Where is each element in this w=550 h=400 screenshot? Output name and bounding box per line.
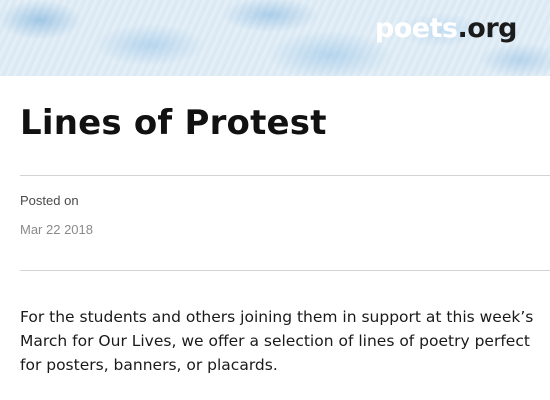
logo-tld: .org: [457, 13, 518, 44]
divider: [20, 175, 550, 176]
posted-date: Mar 22 2018: [20, 222, 93, 237]
posted-on-label: Posted on: [20, 193, 79, 208]
article-intro: For the students and others joining them…: [20, 308, 534, 374]
poets-org-logo[interactable]: poets.org: [374, 13, 518, 45]
header-banner: poets.org: [0, 0, 550, 76]
logo-wordmark: poets: [374, 13, 458, 44]
divider: [20, 270, 550, 271]
page-title: Lines of Protest: [20, 103, 327, 143]
